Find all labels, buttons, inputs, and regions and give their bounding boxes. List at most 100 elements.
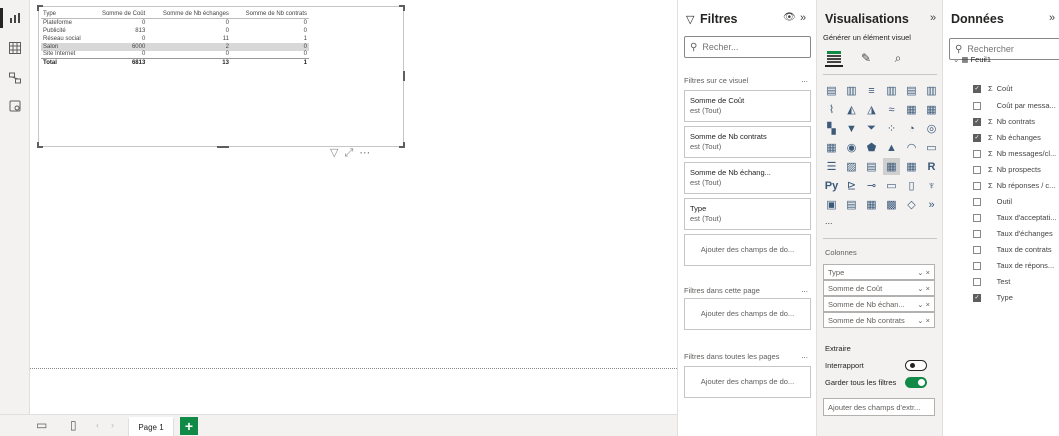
table-row-selected[interactable]: Salon 6000 2 0 [41, 42, 309, 51]
data-search-input[interactable] [967, 44, 1054, 54]
model-view-icon[interactable] [7, 70, 23, 86]
field-item[interactable]: ΣTest [973, 276, 1010, 287]
kpi-icon[interactable]: ▨ [843, 158, 860, 175]
100-column-chart-icon[interactable]: ▥ [923, 82, 940, 99]
desktop-layout-icon[interactable]: ▭ [36, 418, 47, 432]
cell[interactable]: 0 [91, 19, 148, 27]
cross-report-toggle[interactable] [905, 360, 927, 371]
field-item[interactable]: Σ Nb réponses / c... [973, 180, 1055, 191]
table-visual-icon[interactable]: ▦ [883, 158, 900, 175]
filter-card[interactable]: Somme de Nb contrats est (Tout) [684, 126, 811, 158]
trophy-icon[interactable]: ♆ [923, 177, 940, 194]
chevron-close-icon[interactable]: ⌄ × [917, 284, 930, 293]
qa-icon[interactable]: ▭ [883, 177, 900, 194]
cell[interactable]: 0 [147, 19, 231, 27]
cell[interactable]: 0 [147, 27, 231, 35]
checkbox[interactable] [973, 261, 981, 270]
pie-chart-icon[interactable]: ◔ [903, 120, 920, 137]
stacked-column-chart-icon[interactable]: ▥ [843, 82, 860, 99]
clustered-bar-chart-icon[interactable]: ≡ [863, 82, 880, 99]
chevron-visual-icon[interactable]: » [923, 196, 940, 213]
checkbox[interactable]: ✓ [973, 133, 981, 142]
stacked-bar-chart-icon[interactable]: ▤ [823, 82, 840, 99]
cell[interactable]: Plateforme [41, 19, 91, 27]
cell[interactable]: 813 [91, 27, 148, 35]
collapse-pane-icon[interactable]: » [800, 12, 806, 24]
filter-card[interactable]: Somme de Nb échang... est (Tout) [684, 162, 811, 194]
checkbox[interactable]: ✓ [973, 117, 981, 126]
table-node[interactable]: ⌄ ▦ Feuil1 [953, 55, 991, 64]
field-item[interactable]: ✓ Σ Nb échanges [973, 132, 1041, 143]
mobile-layout-icon[interactable]: ▯ [70, 418, 77, 432]
multi-row-card-icon[interactable]: ☰ [823, 158, 840, 175]
chevron-close-icon[interactable]: ⌄ × [917, 316, 930, 325]
more-options-icon[interactable]: ... [801, 285, 808, 294]
cell[interactable]: 11 [147, 35, 231, 43]
more-visuals-icon[interactable]: ... [825, 216, 833, 226]
scatter-chart-icon[interactable]: ⁘ [883, 120, 900, 137]
cell[interactable]: Réseau social [41, 35, 91, 43]
col-header-type[interactable]: Type [41, 10, 91, 19]
azure-map-icon[interactable]: ▲ [883, 139, 900, 156]
resize-handle[interactable] [217, 146, 229, 148]
checkbox[interactable] [973, 197, 981, 206]
area-chart-icon[interactable]: ◭ [843, 101, 860, 118]
field-well[interactable]: Somme de Nb échan... ⌄ × [823, 296, 935, 312]
filled-map-icon[interactable]: ⬟ [863, 139, 880, 156]
waterfall-chart-icon[interactable]: ▚ [823, 120, 840, 137]
prev-page-icon[interactable]: ‹ [96, 420, 99, 430]
format-visual-tab-icon[interactable]: ✎ [857, 49, 875, 67]
checkbox[interactable] [973, 277, 981, 286]
cell[interactable]: 0 [231, 27, 309, 35]
cell[interactable]: 2 [147, 42, 231, 51]
stacked-area-chart-icon[interactable]: ◮ [863, 101, 880, 118]
field-item[interactable]: Σ Nb prospects [973, 164, 1041, 175]
metrics-icon[interactable]: ▩ [883, 196, 900, 213]
filter-icon[interactable]: ▽ [330, 147, 344, 159]
field-item[interactable]: ΣCoût par messa... [973, 100, 1056, 111]
cell[interactable]: 0 [147, 51, 231, 59]
field-item[interactable]: ΣOutil [973, 196, 1012, 207]
cell[interactable]: 0 [230, 42, 309, 51]
checkbox[interactable] [973, 229, 981, 238]
checkbox[interactable] [973, 181, 981, 190]
line-stacked-column-icon[interactable]: ▦ [923, 101, 940, 118]
more-options-icon[interactable]: ... [801, 351, 808, 360]
add-fields-drop-zone[interactable]: Ajouter des champs de do... [684, 366, 811, 398]
filter-card[interactable]: Type est (Tout) [684, 198, 811, 230]
funnel-chart-icon[interactable]: ⏷ [863, 120, 880, 137]
cell[interactable]: Publicité [41, 27, 91, 35]
more-options-icon[interactable]: ⋯ [359, 147, 376, 159]
field-item[interactable]: ΣTaux de contrats [973, 244, 1052, 255]
cell[interactable]: 6000 [90, 42, 148, 51]
resize-handle[interactable] [403, 5, 405, 11]
page-tab[interactable]: Page 1 [128, 417, 174, 436]
checkbox[interactable] [973, 149, 981, 158]
cell[interactable]: 0 [91, 51, 148, 59]
field-item[interactable]: ΣTaux de répons... [973, 260, 1054, 271]
field-well[interactable]: Somme de Nb contrats ⌄ × [823, 312, 935, 328]
cell[interactable]: 0 [231, 51, 309, 59]
field-well[interactable]: Type ⌄ × [823, 264, 935, 280]
cell[interactable]: Salon [41, 42, 91, 51]
table-row[interactable]: Publicité 813 0 0 [41, 27, 309, 35]
checkbox[interactable]: ✓ [973, 293, 981, 302]
treemap-icon[interactable]: ▦ [823, 139, 840, 156]
add-fields-drop-zone[interactable]: Ajouter des champs de do... [684, 298, 811, 330]
checkbox[interactable]: ✓ [973, 84, 981, 93]
dax-query-icon[interactable] [7, 98, 23, 114]
funnel-icon[interactable]: ▼ [843, 120, 860, 137]
filters-search[interactable]: ⚲ [684, 36, 811, 58]
ribbon-chart-icon[interactable]: ≈ [883, 101, 900, 118]
100-bar-chart-icon[interactable]: ▤ [903, 82, 920, 99]
table-row[interactable]: Réseau social 0 11 1 [41, 35, 309, 43]
checkbox[interactable] [973, 213, 981, 222]
power-apps-icon[interactable]: ▤ [843, 196, 860, 213]
field-item[interactable]: ✓ΣType [973, 292, 1013, 303]
table-view-icon[interactable] [7, 40, 23, 56]
next-page-icon[interactable]: › [111, 420, 114, 430]
field-item[interactable]: ✓ Σ Nb contrats [973, 116, 1035, 127]
resize-handle[interactable] [37, 5, 39, 11]
line-chart-icon[interactable]: ⌇ [823, 101, 840, 118]
resize-handle[interactable] [403, 142, 405, 148]
